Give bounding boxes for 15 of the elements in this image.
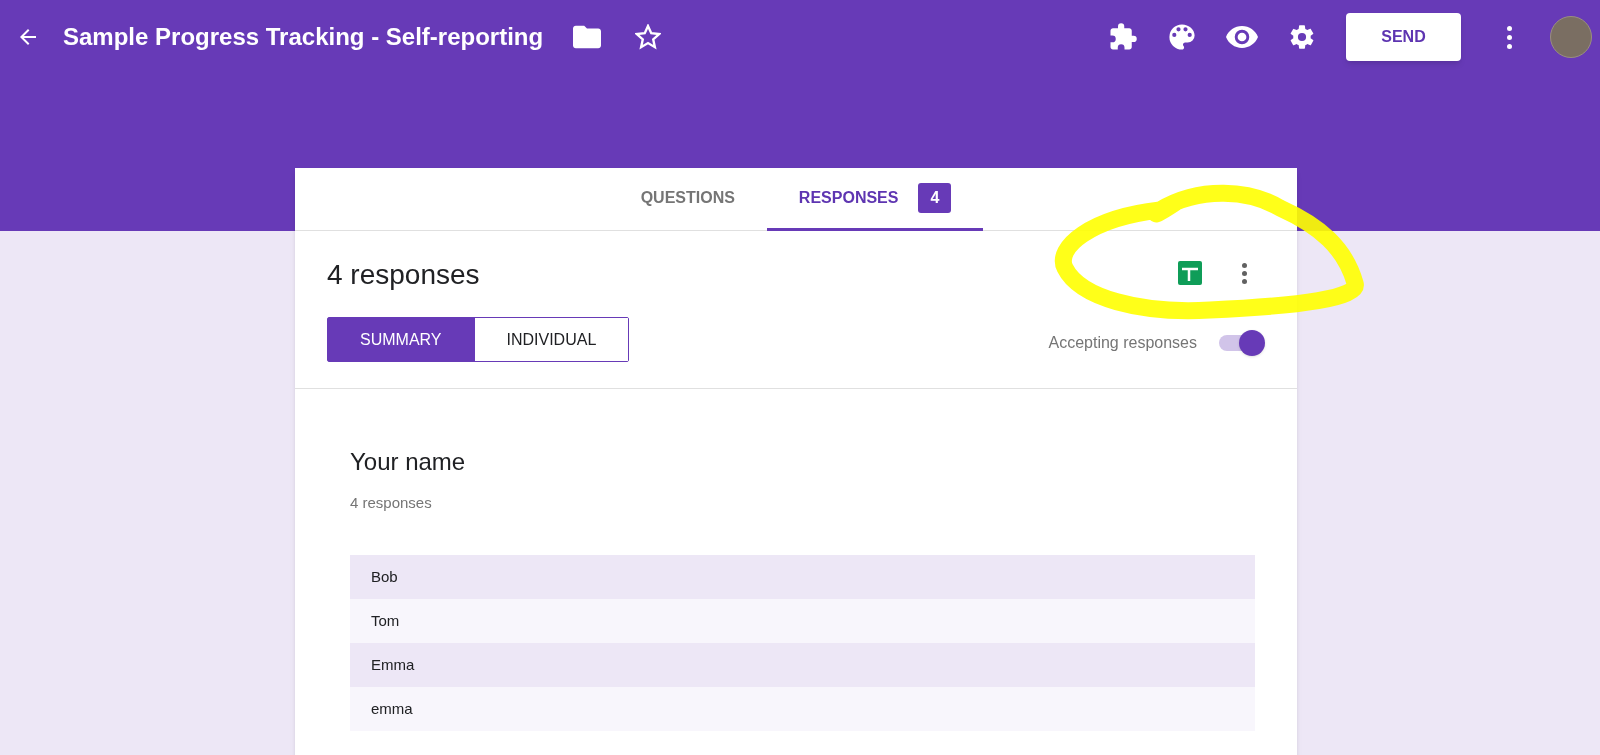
count-badge: 4 (918, 183, 952, 213)
view-toggle-button[interactable]: SUMMARY (328, 318, 474, 361)
answer-row: Tom (350, 598, 1255, 643)
tab[interactable]: QUESTIONS (608, 168, 767, 231)
answer-row: Emma (350, 642, 1255, 687)
question-title: Your name (350, 447, 467, 477)
send-button[interactable]: SEND (1346, 13, 1461, 61)
view-toggle-button[interactable]: INDIVIDUAL (473, 318, 629, 361)
form-title: Sample Progress Tracking - Self-reporting (63, 22, 544, 52)
tab[interactable]: RESPONSES 4 (766, 168, 984, 231)
accepting-responses-label: Accepting responses (1048, 333, 1197, 353)
response-count: 4 responses (350, 493, 433, 513)
answer-row: Bob (350, 554, 1255, 599)
answer-row: emma (350, 686, 1255, 731)
responses-heading: 4 responses (327, 258, 481, 292)
